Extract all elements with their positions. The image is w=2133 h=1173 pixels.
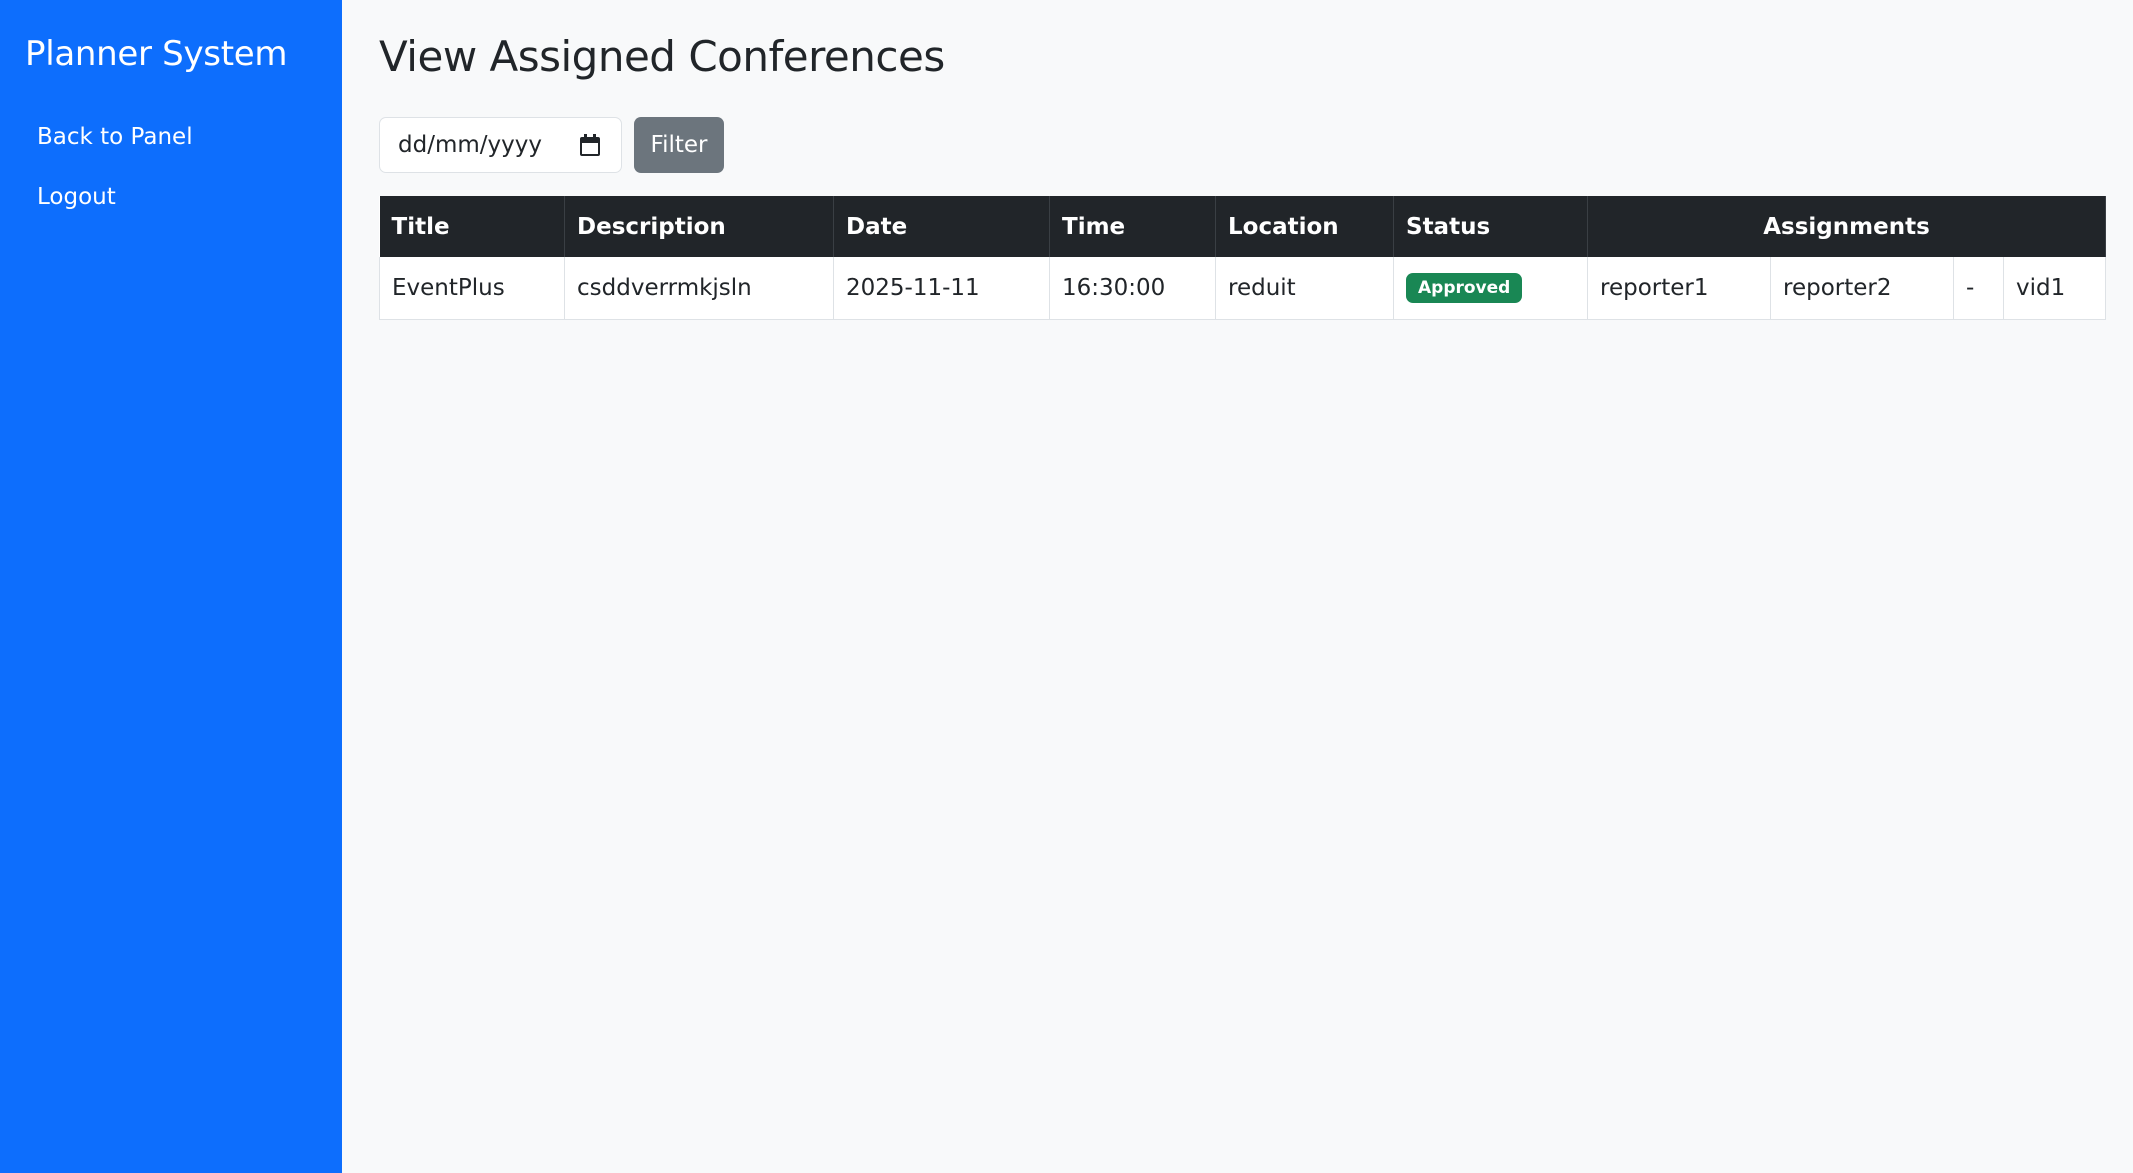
cell-assignment: vid1 xyxy=(2003,257,2106,320)
calendar-icon[interactable] xyxy=(579,134,601,156)
column-header-status: Status xyxy=(1393,196,1588,257)
cell-assignment: - xyxy=(1953,257,2004,320)
column-header-title: Title xyxy=(379,196,565,257)
cell-assignment: reporter1 xyxy=(1587,257,1771,320)
column-header-assignments: Assignments xyxy=(1587,196,2106,257)
sidebar-nav: Back to Panel Logout xyxy=(25,109,317,229)
column-header-date: Date xyxy=(833,196,1050,257)
page-title: View Assigned Conferences xyxy=(379,32,945,81)
cell-location: reduit xyxy=(1215,257,1394,320)
date-placeholder: dd/mm/yyyy xyxy=(398,132,542,158)
app: Planner System Back to Panel Logout View… xyxy=(0,0,2133,1173)
column-header-location: Location xyxy=(1215,196,1394,257)
sidebar-item-logout[interactable]: Logout xyxy=(25,169,317,229)
cell-status: Approved xyxy=(1393,257,1588,320)
main-content: View Assigned Conferences dd/mm/yyyy Fil… xyxy=(342,0,2133,1173)
cell-date: 2025-11-11 xyxy=(833,257,1050,320)
cell-assignment: reporter2 xyxy=(1770,257,1954,320)
column-header-time: Time xyxy=(1049,196,1216,257)
cell-description: csddverrmkjsln xyxy=(564,257,834,320)
table-row: EventPlus csddverrmkjsln 2025-11-11 16:3… xyxy=(379,257,2106,320)
date-filter-input[interactable]: dd/mm/yyyy xyxy=(379,117,622,173)
filter-form: dd/mm/yyyy Filter xyxy=(379,117,2106,173)
sidebar: Planner System Back to Panel Logout xyxy=(0,0,342,1173)
cell-title: EventPlus xyxy=(379,257,565,320)
conferences-table: Title Description Date Time Location Sta… xyxy=(379,196,2106,320)
cell-time: 16:30:00 xyxy=(1049,257,1216,320)
brand-title: Planner System xyxy=(25,34,288,74)
sidebar-item-back-to-panel[interactable]: Back to Panel xyxy=(25,109,317,169)
column-header-description: Description xyxy=(564,196,834,257)
status-badge: Approved xyxy=(1406,272,1523,303)
filter-button[interactable]: Filter xyxy=(634,117,724,173)
table-header-row: Title Description Date Time Location Sta… xyxy=(379,196,2106,257)
